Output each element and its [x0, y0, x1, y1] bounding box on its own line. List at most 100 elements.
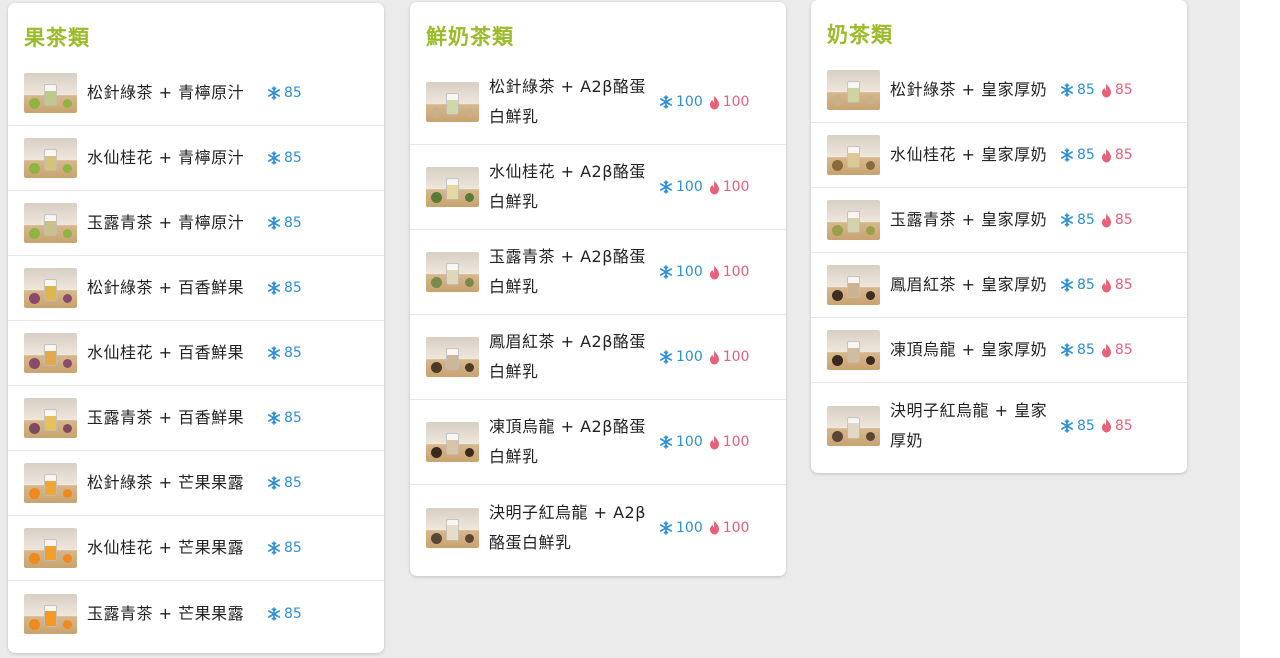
item-name: 凍頂烏龍 + 皇家厚奶 — [890, 340, 1048, 359]
price-group: 85 — [267, 85, 366, 101]
snowflake-icon — [267, 281, 284, 295]
price-group: 100 100 — [659, 349, 765, 365]
drink-photo — [827, 70, 880, 110]
iced-price-value: 100 — [676, 434, 703, 450]
hot-price-value: 100 — [722, 179, 750, 195]
menu-item[interactable]: 松針綠茶 + A2β酪蛋白鮮乳 100 100 — [410, 60, 786, 145]
hot-price: 100 — [709, 179, 750, 195]
menu-item[interactable]: 凍頂烏龍 + 皇家厚奶 85 85 — [811, 318, 1187, 383]
iced-price-value: 85 — [284, 215, 302, 231]
flame-icon — [709, 95, 723, 110]
drink-photo — [827, 330, 880, 370]
price-group: 85 — [267, 280, 366, 296]
menu-item[interactable]: 玉露青茶 + 百香鮮果 85 — [8, 386, 384, 451]
item-name: 決明子紅烏龍 + A2β酪蛋白鮮乳 — [489, 502, 646, 552]
hot-price-value: 85 — [1114, 417, 1133, 434]
drink-photo — [426, 82, 479, 122]
menu-item[interactable]: 凍頂烏龍 + A2β酪蛋白鮮乳 100 100 — [410, 400, 786, 485]
menu-item[interactable]: 水仙桂花 + 青檸原汁 85 — [8, 126, 384, 191]
snowflake-icon — [267, 606, 284, 621]
item-list: 松針綠茶 + 青檸原汁 85 水仙桂花 + 青檸原汁 85 玉露青茶 + 青檸原汁 85 松… — [8, 61, 384, 646]
price-group: 85 — [267, 410, 366, 426]
menu-item[interactable]: 松針綠茶 + 皇家厚奶 85 85 — [811, 58, 1187, 123]
price-group: 85 85 — [1060, 418, 1149, 434]
snowflake-icon — [659, 435, 676, 449]
menu-item[interactable]: 玉露青茶 + 青檸原汁 85 — [8, 191, 384, 256]
menu-item[interactable]: 決明子紅烏龍 + A2β酪蛋白鮮乳 100 100 — [410, 485, 786, 570]
drink-photo — [426, 252, 479, 292]
flame-icon — [1101, 148, 1115, 163]
iced-price: 85 — [267, 540, 302, 556]
price-group: 85 85 — [1060, 342, 1149, 358]
section-title: 奶茶類 — [827, 23, 893, 47]
snowflake-icon — [1060, 343, 1077, 357]
iced-price: 100 — [659, 264, 703, 280]
menu-item[interactable]: 水仙桂花 + 芒果果露 85 — [8, 516, 384, 581]
drink-photo — [426, 167, 479, 207]
drink-photo — [24, 398, 77, 438]
hot-price-value: 85 — [1114, 82, 1133, 98]
price-group: 85 — [267, 475, 366, 491]
menu-item[interactable]: 決明子紅烏龍 + 皇家厚奶 85 85 — [811, 383, 1187, 468]
iced-price-value: 85 — [1077, 277, 1095, 293]
iced-price: 100 — [659, 434, 703, 450]
hot-price-value: 100 — [722, 264, 750, 280]
drink-photo — [24, 138, 77, 178]
price-group: 85 — [267, 606, 366, 622]
iced-price: 100 — [659, 179, 703, 195]
iced-price-value: 100 — [676, 179, 703, 195]
snowflake-icon — [267, 86, 284, 100]
snowflake-icon — [1060, 278, 1077, 292]
hot-price-value: 85 — [1114, 277, 1133, 293]
snowflake-icon — [1060, 148, 1077, 162]
snowflake-icon — [267, 541, 284, 555]
hot-price-value: 85 — [1114, 212, 1133, 228]
snowflake-icon — [659, 180, 676, 194]
menu-item[interactable]: 水仙桂花 + 皇家厚奶 85 85 — [811, 123, 1187, 188]
menu-item[interactable]: 鳳眉紅茶 + A2β酪蛋白鮮乳 100 100 — [410, 315, 786, 400]
menu-item[interactable]: 玉露青茶 + 皇家厚奶 85 85 — [811, 188, 1187, 253]
iced-price: 85 — [267, 215, 302, 231]
price-group: 100 100 — [659, 179, 765, 195]
menu-item[interactable]: 玉露青茶 + 芒果果露 85 — [8, 581, 384, 646]
flame-icon — [1101, 418, 1115, 433]
hot-price-value: 100 — [722, 434, 750, 450]
iced-price-value: 100 — [676, 94, 703, 110]
menu-item[interactable]: 松針綠茶 + 青檸原汁 85 — [8, 61, 384, 126]
iced-price-value: 100 — [676, 519, 703, 536]
hot-price: 100 — [709, 520, 749, 536]
iced-price: 85 — [267, 606, 302, 622]
snowflake-icon — [659, 520, 676, 535]
item-name: 玉露青茶 + 芒果果露 — [87, 603, 245, 623]
snowflake-icon — [659, 95, 676, 109]
hot-price: 85 — [1101, 147, 1133, 163]
iced-price-value: 85 — [1077, 212, 1095, 228]
menu-card-milk-tea: 奶茶類 松針綠茶 + 皇家厚奶 85 85 水仙桂花 + 皇家厚奶 85 85 玉露青茶 +… — [811, 0, 1187, 473]
hot-price: 85 — [1101, 277, 1133, 293]
price-group: 100 100 — [659, 264, 765, 280]
menu-item[interactable]: 松針綠茶 + 芒果果露 85 — [8, 451, 384, 516]
menu-card-fresh-milk-tea: 鮮奶茶類 松針綠茶 + A2β酪蛋白鮮乳 100 100 水仙桂花 + A2β酪蛋白鮮… — [410, 2, 786, 576]
hot-price: 100 — [709, 94, 749, 110]
price-group: 85 85 — [1060, 277, 1149, 293]
snowflake-icon — [267, 346, 284, 360]
flame-icon — [709, 520, 723, 535]
iced-price: 85 — [267, 280, 302, 296]
flame-icon — [709, 435, 723, 450]
item-name: 松針綠茶 + A2β酪蛋白鮮乳 — [489, 77, 646, 126]
menu-item[interactable]: 松針綠茶 + 百香鮮果 85 — [8, 256, 384, 321]
iced-price-value: 100 — [676, 349, 703, 365]
menu-item[interactable]: 鳳眉紅茶 + 皇家厚奶 85 85 — [811, 253, 1187, 318]
iced-price-value: 85 — [1077, 147, 1095, 163]
menu-item[interactable]: 水仙桂花 + A2β酪蛋白鮮乳 100 100 — [410, 145, 786, 230]
menu-item[interactable]: 玉露青茶 + A2β酪蛋白鮮乳 100 100 — [410, 230, 786, 315]
snowflake-icon — [659, 265, 676, 279]
hot-price-value: 100 — [722, 349, 750, 365]
iced-price-value: 85 — [284, 605, 302, 622]
item-name: 水仙桂花 + 皇家厚奶 — [890, 145, 1048, 164]
iced-price: 85 — [267, 475, 302, 491]
item-name: 鳳眉紅茶 + A2β酪蛋白鮮乳 — [489, 332, 646, 381]
section-title: 果茶類 — [24, 26, 90, 50]
menu-item[interactable]: 水仙桂花 + 百香鮮果 85 — [8, 321, 384, 386]
price-group: 100 100 — [659, 434, 765, 450]
